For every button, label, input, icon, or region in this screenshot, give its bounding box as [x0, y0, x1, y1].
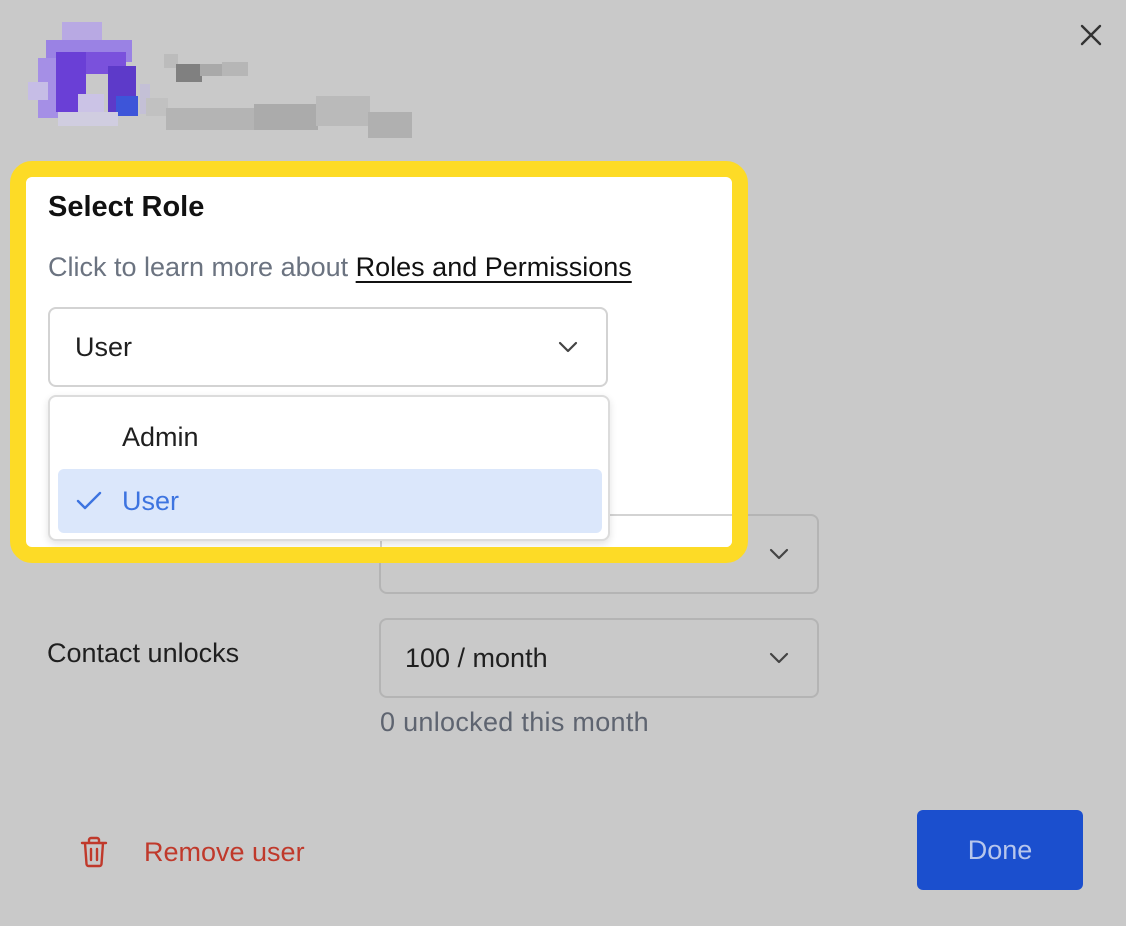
close-icon: [1080, 24, 1102, 46]
trash-icon: [80, 836, 108, 868]
role-option-label: Admin: [122, 421, 199, 452]
chevron-down-icon: [558, 341, 578, 353]
role-dropdown-menu: Admin User: [48, 395, 610, 541]
chevron-down-icon: [769, 548, 789, 560]
role-option-user[interactable]: User: [58, 469, 602, 533]
contact-unlocks-select[interactable]: 100 / month: [379, 618, 819, 698]
contact-unlocks-hint: 0 unlocked this month: [380, 707, 649, 737]
remove-user-label: Remove user: [144, 836, 305, 867]
close-button[interactable]: [1076, 20, 1106, 50]
checkmark-icon: [76, 491, 102, 510]
role-option-label: User: [122, 485, 180, 516]
roles-permissions-link[interactable]: Roles and Permissions: [356, 252, 632, 282]
contact-unlocks-value: 100 / month: [405, 642, 548, 673]
chevron-down-icon: [769, 652, 789, 664]
popover-subtitle: Click to learn more about Roles and Perm…: [48, 252, 632, 283]
done-button[interactable]: Done: [917, 810, 1083, 890]
contact-unlocks-label: Contact unlocks: [47, 638, 240, 668]
role-popover: Select Role Click to learn more about Ro…: [10, 161, 748, 563]
role-option-admin[interactable]: Admin: [58, 405, 602, 469]
role-select-value: User: [75, 331, 133, 362]
remove-user-button[interactable]: Remove user: [80, 832, 305, 872]
blurred-user-name: [164, 50, 254, 88]
role-select[interactable]: User: [48, 307, 608, 387]
avatar: [28, 22, 150, 128]
popover-title: Select Role: [48, 191, 205, 223]
popover-subtitle-text: Click to learn more about: [48, 252, 349, 282]
blurred-user-email: [146, 92, 412, 138]
